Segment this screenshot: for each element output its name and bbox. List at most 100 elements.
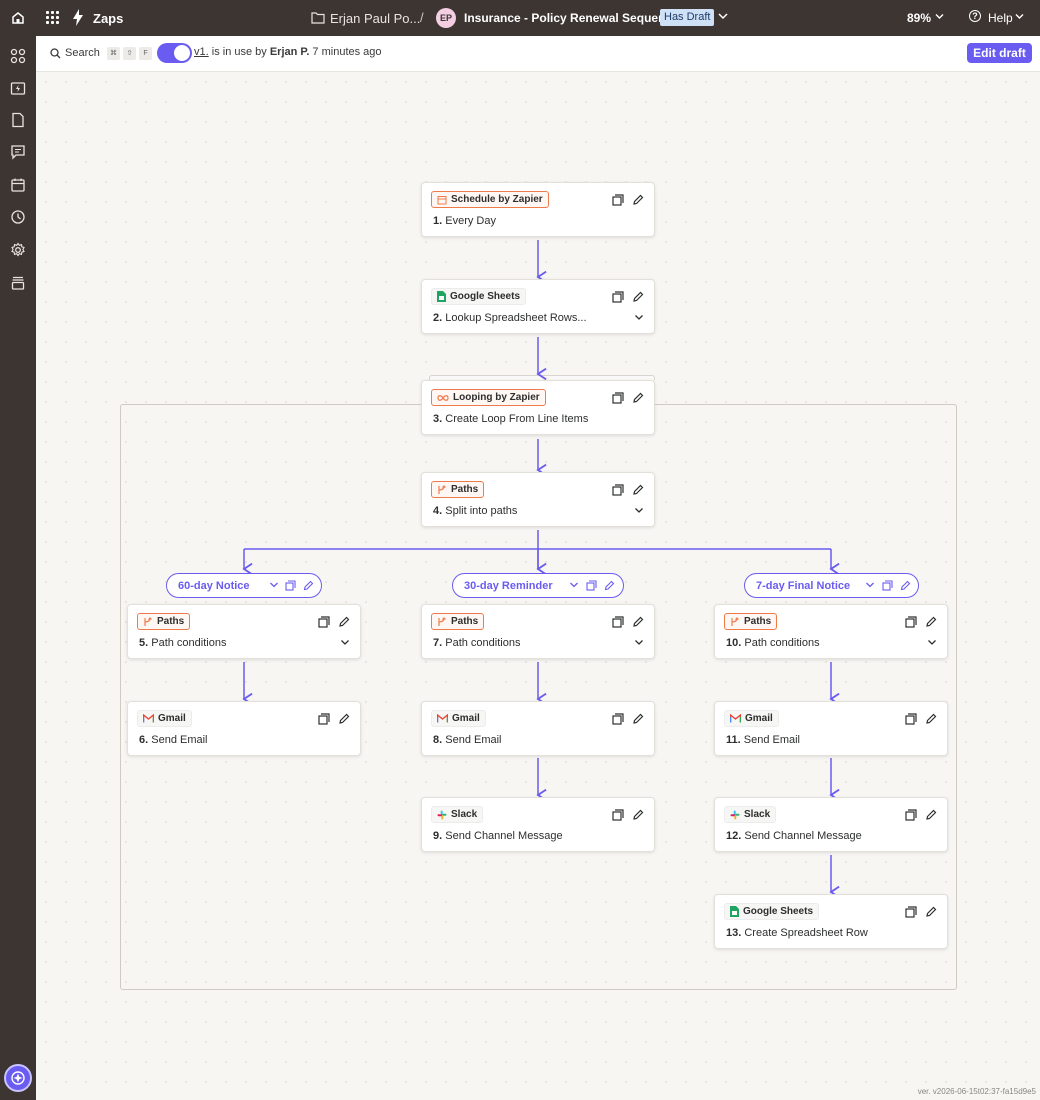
edit-draft-button[interactable]: Edit draft — [967, 43, 1032, 63]
step-card-13[interactable]: Google Sheets 13. Create Spreadsheet Row — [714, 894, 948, 949]
zap-folder-icon[interactable] — [10, 80, 26, 96]
help-menu[interactable]: Help — [988, 11, 1013, 25]
zoom-level[interactable]: 89% — [907, 11, 931, 25]
step-card-9[interactable]: Slack 9. Send Channel Message — [421, 797, 655, 852]
app-badge: Google Sheets — [431, 288, 527, 305]
home-icon[interactable] — [0, 0, 36, 36]
step-card-7[interactable]: Paths 7. Path conditions — [421, 604, 655, 659]
paths-icon — [438, 616, 446, 626]
app-badge: Schedule by Zapier — [431, 191, 549, 208]
step-card-2[interactable]: Google Sheets 2. Lookup Spreadsheet Rows… — [421, 279, 655, 334]
copy-icon[interactable] — [612, 392, 624, 404]
edit-icon[interactable] — [632, 291, 644, 303]
assistant-icon[interactable] — [4, 1064, 32, 1092]
gmail-icon — [730, 714, 741, 723]
settings-icon[interactable] — [10, 242, 26, 258]
chevron-down-icon[interactable] — [634, 639, 644, 646]
breadcrumb-folder[interactable]: Erjan Paul Po... — [330, 11, 420, 26]
publish-toggle[interactable] — [157, 43, 192, 63]
app-grid-icon[interactable] — [46, 11, 59, 24]
avatar[interactable]: EP — [436, 8, 456, 28]
apps-icon[interactable] — [10, 48, 26, 64]
calendar-icon[interactable] — [10, 177, 26, 193]
help-icon[interactable]: ? — [969, 10, 981, 22]
step-card-5[interactable]: Paths 5. Path conditions — [127, 604, 361, 659]
copy-icon[interactable] — [905, 616, 917, 628]
copy-icon[interactable] — [612, 194, 624, 206]
chat-icon[interactable] — [10, 144, 26, 160]
search-button[interactable]: Search — [65, 47, 100, 59]
edit-icon[interactable] — [604, 580, 615, 591]
chevron-down-icon[interactable] — [935, 13, 944, 20]
edit-icon[interactable] — [303, 580, 314, 591]
google-sheets-icon — [437, 291, 446, 302]
step-card-12[interactable]: Slack 12. Send Channel Message — [714, 797, 948, 852]
archive-icon[interactable] — [10, 275, 26, 291]
edit-icon[interactable] — [925, 713, 937, 725]
chevron-down-icon[interactable] — [634, 314, 644, 321]
copy-icon[interactable] — [905, 713, 917, 725]
google-sheets-icon — [730, 906, 739, 917]
step-card-1[interactable]: Schedule by Zapier 1. Every Day — [421, 182, 655, 237]
chevron-down-icon[interactable] — [1015, 13, 1024, 20]
chevron-down-icon[interactable] — [634, 507, 644, 514]
chevron-down-icon[interactable] — [269, 580, 279, 590]
copy-icon[interactable] — [612, 484, 624, 496]
app-badge: Slack — [724, 806, 777, 823]
edit-icon[interactable] — [925, 906, 937, 918]
path-branch-pill[interactable]: 60-day Notice — [166, 573, 322, 598]
chevron-down-icon[interactable] — [718, 12, 728, 20]
edit-icon[interactable] — [632, 484, 644, 496]
path-branch-label: 60-day Notice — [178, 580, 250, 592]
step-title: 2. Lookup Spreadsheet Rows... — [433, 312, 587, 324]
step-card-4[interactable]: Paths 4. Split into paths — [421, 472, 655, 527]
history-icon[interactable] — [10, 209, 26, 225]
copy-icon[interactable] — [318, 713, 330, 725]
edit-icon[interactable] — [632, 616, 644, 628]
chevron-down-icon[interactable] — [927, 639, 937, 646]
edit-icon[interactable] — [338, 616, 350, 628]
top-bar: Zaps Erjan Paul Po... / EP Insurance - P… — [0, 0, 1040, 36]
document-icon[interactable] — [10, 112, 26, 128]
copy-icon[interactable] — [612, 291, 624, 303]
version-link[interactable]: v1. — [194, 46, 209, 58]
path-branch-pill[interactable]: 7-day Final Notice — [744, 573, 919, 598]
shortcut-key-cmd: ⌘ — [107, 47, 120, 60]
zap-canvas[interactable]: Schedule by Zapier 1. Every Day Google S… — [36, 72, 1040, 1100]
chevron-down-icon[interactable] — [340, 639, 350, 646]
copy-icon[interactable] — [586, 580, 597, 591]
step-card-6[interactable]: Gmail 6. Send Email — [127, 701, 361, 756]
chevron-down-icon[interactable] — [569, 580, 579, 590]
edit-icon[interactable] — [632, 392, 644, 404]
copy-icon[interactable] — [285, 580, 296, 591]
app-badge: Gmail — [724, 710, 779, 727]
step-card-8[interactable]: Gmail 8. Send Email — [421, 701, 655, 756]
step-card-11[interactable]: Gmail 11. Send Email — [714, 701, 948, 756]
version-status: v1. is in use by Erjan P. 7 minutes ago — [194, 46, 382, 58]
copy-icon[interactable] — [905, 809, 917, 821]
step-card-10[interactable]: Paths 10. Path conditions — [714, 604, 948, 659]
search-icon[interactable] — [50, 48, 61, 59]
chevron-down-icon[interactable] — [865, 580, 875, 590]
edit-icon[interactable] — [632, 809, 644, 821]
edit-icon[interactable] — [632, 194, 644, 206]
path-branch-pill[interactable]: 30-day Reminder — [452, 573, 624, 598]
copy-icon[interactable] — [612, 809, 624, 821]
edit-icon[interactable] — [900, 580, 911, 591]
step-card-3[interactable]: Looping by Zapier 3. Create Loop From Li… — [421, 380, 655, 435]
zap-name[interactable]: Insurance - Policy Renewal Sequence — [464, 11, 679, 25]
section-title[interactable]: Zaps — [93, 11, 123, 26]
loop-icon — [437, 394, 449, 401]
step-title: 6. Send Email — [139, 734, 208, 746]
copy-icon[interactable] — [612, 713, 624, 725]
copy-icon[interactable] — [882, 580, 893, 591]
edit-icon[interactable] — [338, 713, 350, 725]
slack-icon — [437, 810, 447, 819]
edit-icon[interactable] — [632, 713, 644, 725]
copy-icon[interactable] — [905, 906, 917, 918]
edit-icon[interactable] — [925, 616, 937, 628]
copy-icon[interactable] — [318, 616, 330, 628]
edit-icon[interactable] — [925, 809, 937, 821]
step-title: 8. Send Email — [433, 734, 502, 746]
copy-icon[interactable] — [612, 616, 624, 628]
